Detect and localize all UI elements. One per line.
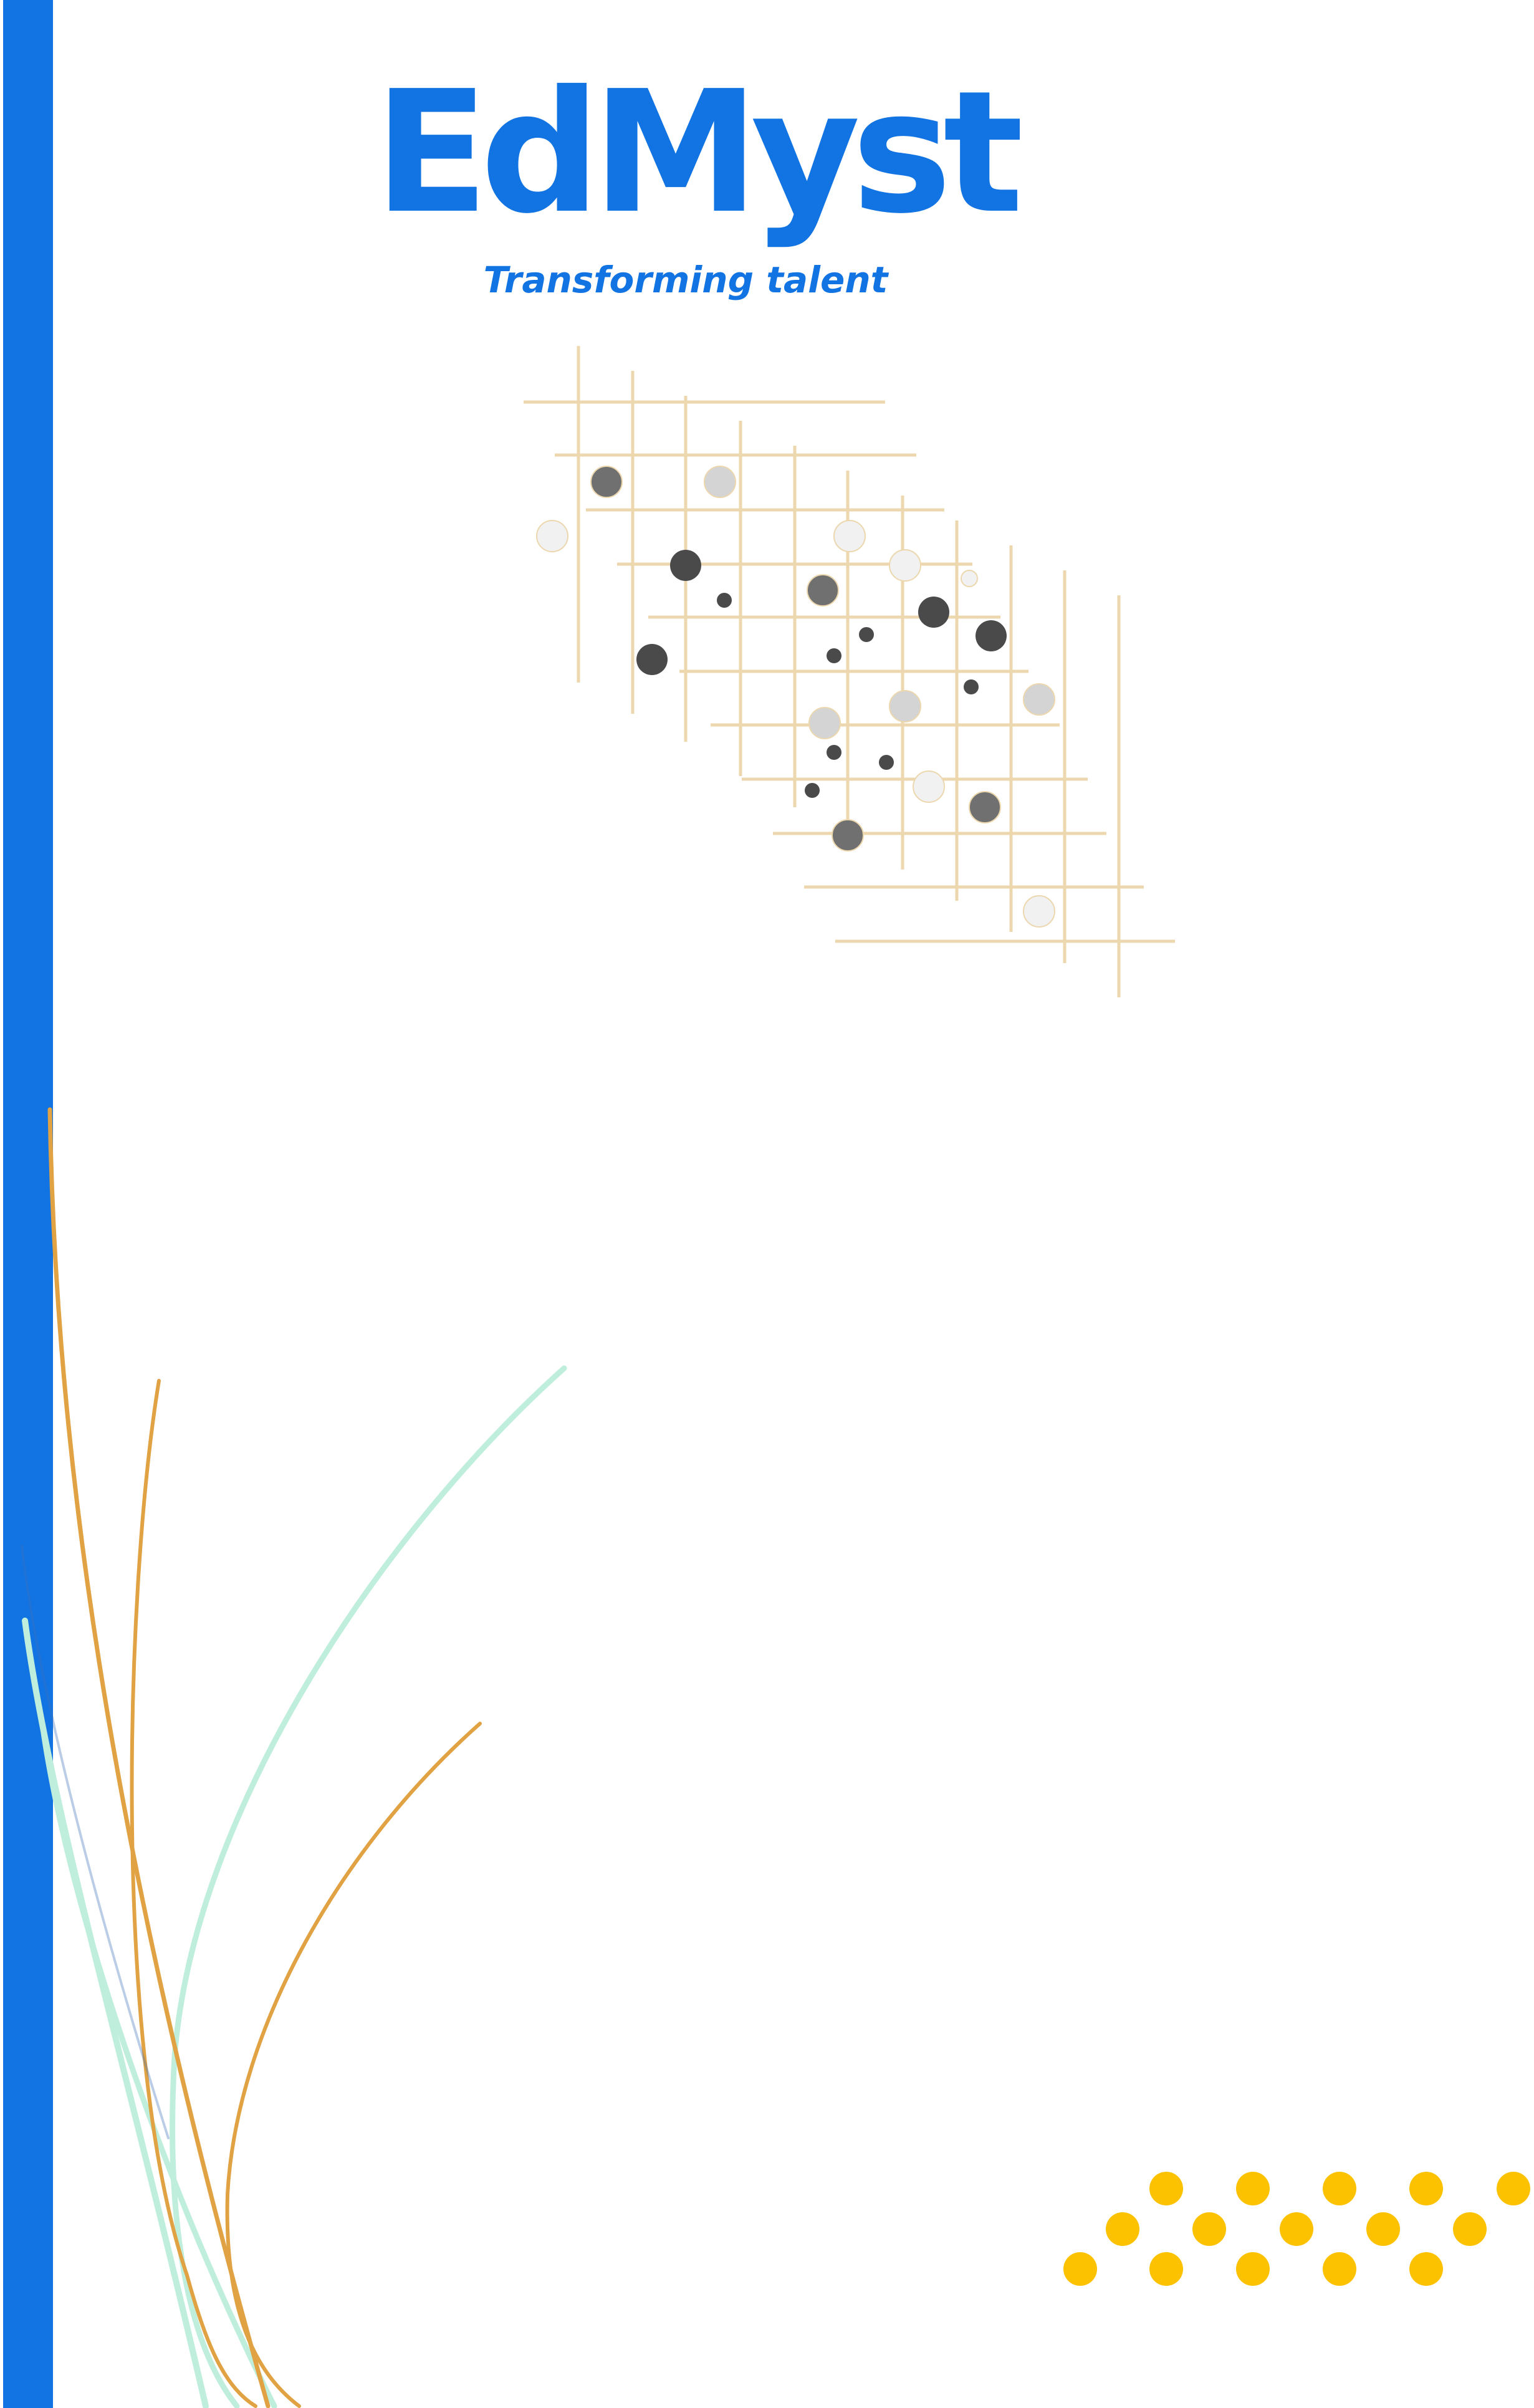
yellow-dot-cluster: [1063, 2172, 1530, 2286]
document-cover: EdMyst Transforming talent: [0, 0, 1534, 2408]
